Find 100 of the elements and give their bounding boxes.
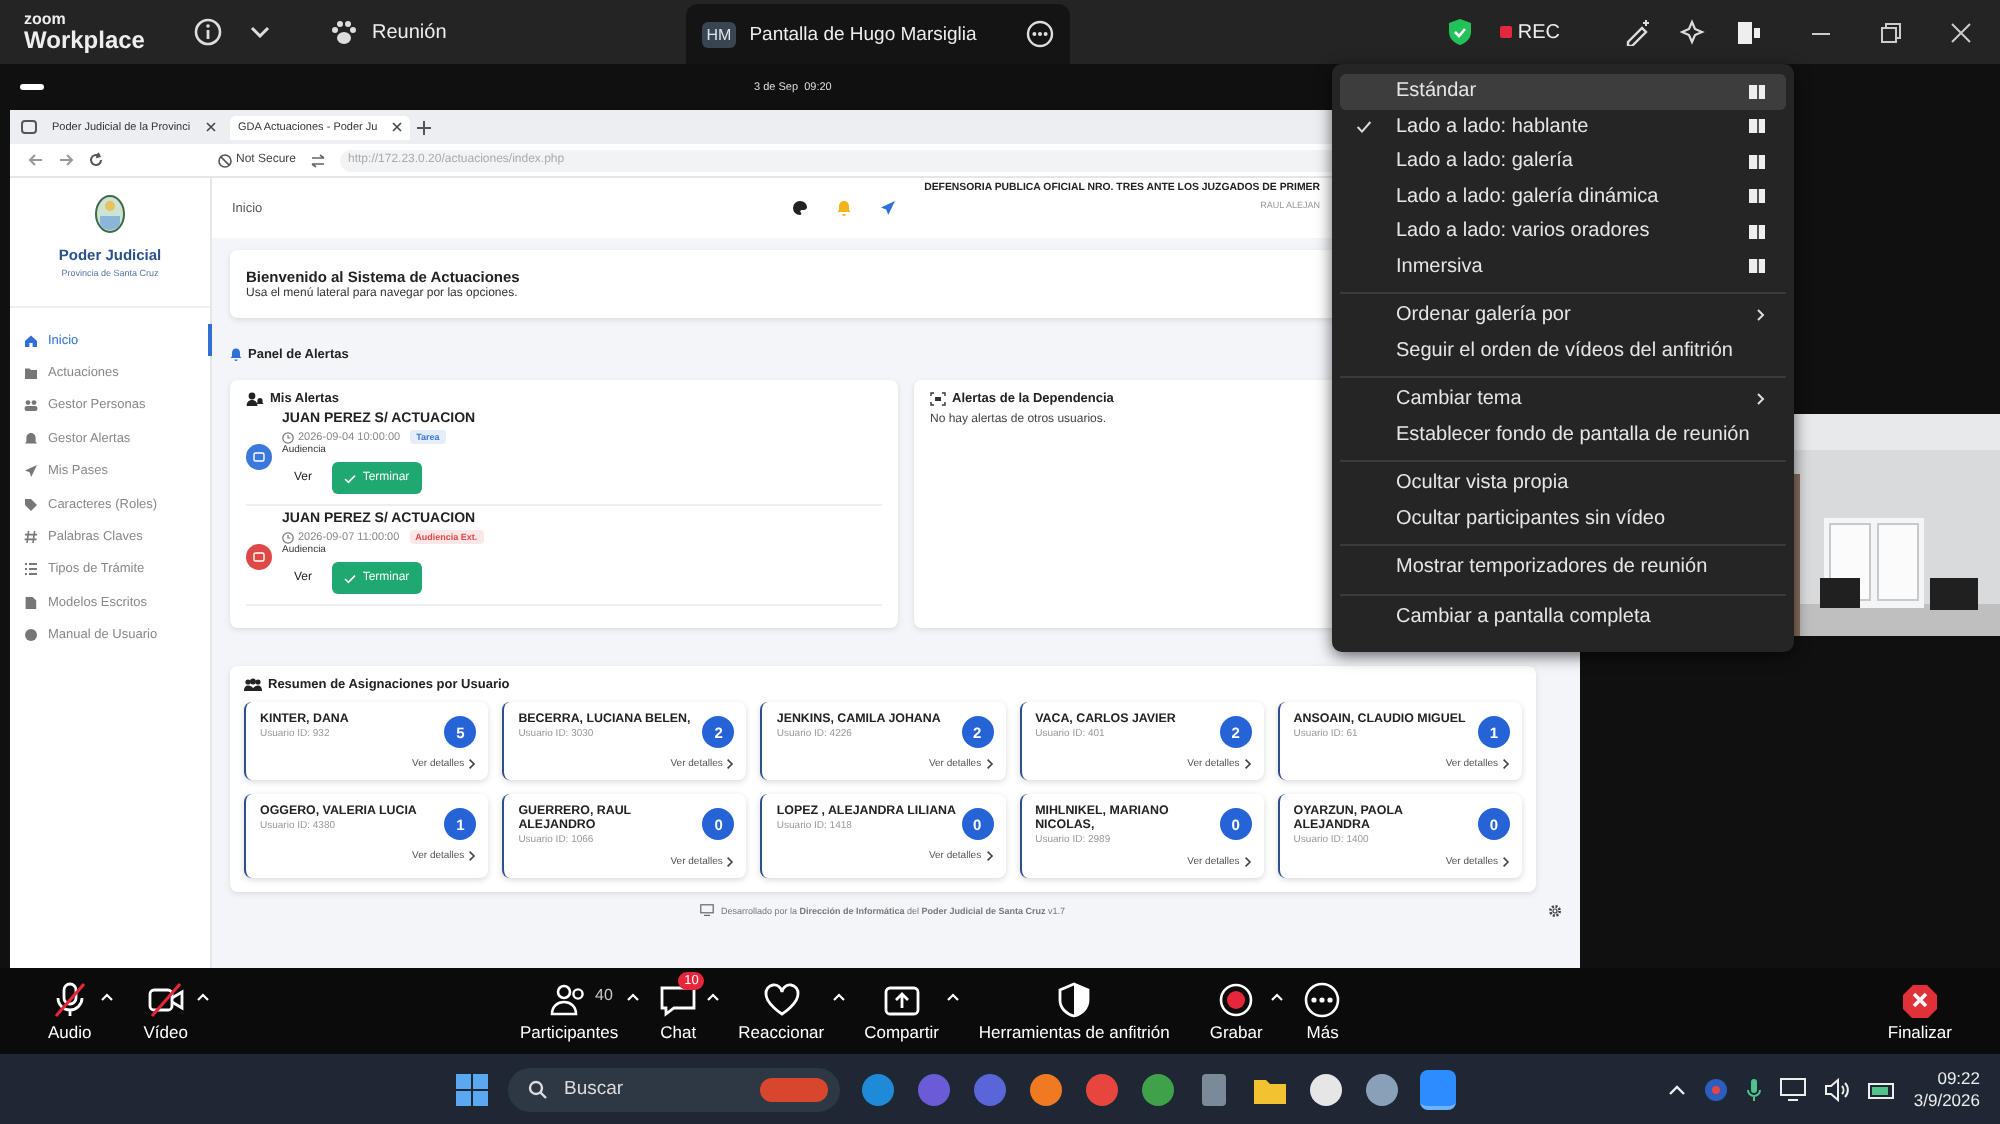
chevron-right-icon <box>1501 856 1510 868</box>
calculator-icon[interactable] <box>1196 1071 1232 1107</box>
battery-icon[interactable] <box>1867 1079 1896 1099</box>
menu-item[interactable]: Inmersiva <box>1340 249 1786 284</box>
meeting-title: Reunión <box>372 21 447 43</box>
bell-icon <box>24 431 38 446</box>
caret-icon[interactable] <box>832 991 847 1001</box>
zoom-app-icon[interactable] <box>1420 1069 1456 1109</box>
chevron-down-icon[interactable] <box>250 26 270 38</box>
menu-item[interactable]: Establecer fondo de pantalla de reunión <box>1340 417 1786 452</box>
menu-item[interactable]: Seguir el orden de vídeos del anfitrión <box>1340 333 1786 368</box>
app-logo: zoom Workplace <box>24 12 147 52</box>
check-icon <box>344 473 357 483</box>
sparkle-icon[interactable] <box>1680 18 1708 46</box>
share-tab[interactable]: HM Pantalla de Hugo Marsiglia <box>686 4 1071 64</box>
layout-icon <box>1748 223 1766 240</box>
caret-icon[interactable] <box>1270 991 1285 1001</box>
send-icon <box>24 464 38 479</box>
monitor-icon[interactable] <box>1779 1077 1806 1101</box>
menu-item[interactable]: Estándar <box>1340 74 1786 109</box>
reload-icon[interactable] <box>88 152 104 168</box>
user-bell-icon <box>246 392 264 406</box>
windows-icon[interactable] <box>456 1073 488 1105</box>
clock-icon <box>282 531 294 543</box>
caret-icon[interactable] <box>195 991 210 1001</box>
side-by-side-icon[interactable] <box>1736 19 1762 45</box>
file-icon <box>24 595 38 610</box>
toolbar-button[interactable]: 40 Participantes <box>507 977 639 1045</box>
send-icon[interactable] <box>880 200 897 216</box>
app-icon[interactable] <box>1028 1071 1064 1107</box>
toolbar-button[interactable]: Herramientas de anfitrión <box>966 977 1190 1045</box>
chevron-right-icon <box>468 850 477 862</box>
folder-icon <box>24 366 38 381</box>
restore-icon[interactable] <box>1880 21 1902 43</box>
layout-icon <box>1748 258 1766 275</box>
chevron-right-icon <box>726 856 735 868</box>
menu-item[interactable]: Lado a lado: hablante <box>1340 109 1786 144</box>
info-icon[interactable] <box>194 18 222 46</box>
shield-icon[interactable] <box>1447 18 1472 46</box>
clock-icon <box>282 431 294 443</box>
layout-icon <box>1748 153 1766 170</box>
chevron-right-icon <box>985 758 994 770</box>
chevron-up-icon[interactable] <box>1667 1083 1686 1095</box>
toolbar-button[interactable]: Reaccionar <box>726 977 845 1045</box>
help-icon <box>24 628 38 643</box>
swap-icon[interactable] <box>310 153 327 167</box>
paw-icon <box>330 19 358 45</box>
speaker-icon[interactable] <box>1823 1077 1850 1101</box>
layout-icon <box>1748 83 1766 100</box>
monitor-icon <box>700 904 715 916</box>
chevron-right-icon <box>1501 758 1510 770</box>
more-icon[interactable] <box>1026 20 1055 48</box>
users-icon <box>24 398 38 413</box>
menu-item[interactable]: Ordenar galería por <box>1340 298 1786 333</box>
avatar-initials: HM <box>702 21 736 47</box>
layout-icon <box>1748 118 1766 135</box>
microphone-icon[interactable] <box>1745 1077 1762 1101</box>
bell-icon <box>230 347 242 361</box>
search-field[interactable]: Buscar <box>508 1067 840 1111</box>
menu-item[interactable]: Mostrar temporizadores de reunión <box>1340 550 1786 585</box>
toolbar-button[interactable]: Finalizar <box>1875 977 1972 1045</box>
chevron-right-icon <box>1243 856 1252 868</box>
forward-icon[interactable] <box>58 152 74 168</box>
menu-item[interactable]: Ocultar vista propia <box>1340 466 1786 501</box>
settings-icon[interactable] <box>1548 904 1562 918</box>
caret-icon[interactable] <box>946 991 961 1001</box>
close-icon[interactable] <box>392 122 402 132</box>
menu-item[interactable]: Ocultar participantes sin vídeo <box>1340 501 1786 536</box>
chevron-right-icon <box>1756 392 1766 407</box>
toolbar-button[interactable]: Compartir <box>852 977 959 1045</box>
caret-icon[interactable] <box>626 991 641 1001</box>
menu-item[interactable]: Lado a lado: varios oradores <box>1340 214 1786 249</box>
app-icon[interactable] <box>1364 1071 1400 1107</box>
toolbar-button[interactable]: Más <box>1290 977 1363 1045</box>
menu-item[interactable]: Cambiar tema <box>1340 382 1786 417</box>
users-icon <box>244 678 262 692</box>
chevron-right-icon <box>1756 308 1766 323</box>
toolbar-button[interactable]: Audio <box>36 977 112 1045</box>
caret-icon[interactable] <box>706 991 721 1001</box>
chevron-right-icon <box>726 758 735 770</box>
search-icon <box>528 1079 548 1099</box>
globe-icon[interactable] <box>1703 1077 1728 1101</box>
menu-item[interactable]: Lado a lado: galería dinámica <box>1340 179 1786 214</box>
home-icon <box>24 333 38 348</box>
close-icon[interactable] <box>206 122 216 132</box>
clock[interactable]: 09:22 3/9/2026 <box>1913 1067 1980 1111</box>
check-icon <box>1356 119 1372 134</box>
toolbar-button[interactable]: Vídeo <box>131 977 208 1045</box>
toolbar-button[interactable]: Grabar <box>1197 977 1283 1045</box>
hash-icon <box>24 530 38 545</box>
app-icon[interactable] <box>1308 1071 1344 1107</box>
pen-sparkle-icon[interactable] <box>1624 18 1652 46</box>
back-icon[interactable] <box>28 152 44 168</box>
palette-icon[interactable] <box>792 200 809 216</box>
menu-item[interactable]: Cambiar a pantalla completa <box>1340 599 1786 634</box>
tab-actions-icon[interactable] <box>20 118 38 136</box>
recording-indicator[interactable]: REC <box>1499 21 1560 43</box>
caret-icon[interactable] <box>99 991 114 1001</box>
new-tab-icon[interactable] <box>416 119 432 135</box>
list-icon <box>24 562 38 577</box>
